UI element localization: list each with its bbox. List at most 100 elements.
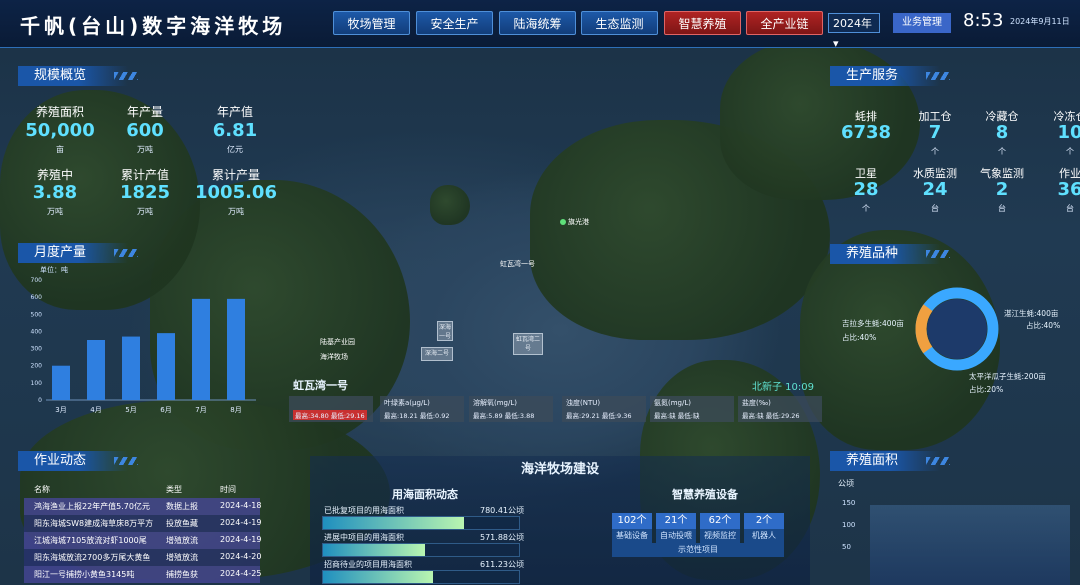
area-tick-100: 100 [842,521,856,529]
bar-ytick: 100 [31,380,43,387]
scale-value-farming: 3.88 [32,182,78,203]
usage-label: 进展中项目的用海面积 [324,533,404,542]
prod-unit: 个 [931,147,939,156]
nav-smart-farming[interactable]: 智慧养殖 [664,11,741,35]
scale-unit-farming: 万吨 [47,207,63,216]
device-label: 视频监控 [700,529,740,543]
bar-ytick: 700 [31,277,43,284]
bar-ytick: 0 [38,397,42,404]
scale-unit-cum-value: 万吨 [137,207,153,216]
activity-row[interactable]: 阳江一号捕捞小黄鱼3145吨 捕捞鱼获 2024-4-25 [24,566,262,583]
prod-unit: 台 [1066,204,1074,213]
device-count[interactable]: 2个 [744,513,784,529]
prod-unit: 个 [1066,147,1074,156]
chevron-down-icon: ▾ [833,37,839,50]
business-management-button[interactable]: 业务管理 [893,13,951,33]
species-label-jiladuo: 吉拉多生蚝:400亩 [842,319,904,328]
stat-title: 叶绿素a(μg/L) [384,399,430,407]
map-tag-beixinzi: 北新子 10:09 [752,382,814,393]
activity-row[interactable]: 江城海城7105放流对虾1000尾 增殖放流 2024-4-19 [24,532,261,549]
bar-8月 [227,298,245,400]
nav-safety-production[interactable]: 安全生产 [416,11,493,35]
page-title: 千帆(台山)数字海洋牧场 [20,14,287,38]
bar-xtick: 6月 [160,406,171,414]
prod-value: 7 [928,122,942,143]
business-management-label: 业务管理 [902,17,942,28]
prod-value: 24 [922,179,948,200]
stat-title: 盐度(‰) [742,399,771,407]
device-footer: 示范性项目 [612,543,784,557]
stat-title: 氨氮(mg/L) [654,399,691,407]
stat-box: 最高:34.80 最低:29.16 [289,396,373,422]
stat-box: 叶绿素a(μg/L) 最高:18.21 最低:0.92 [380,396,464,422]
prod-value: 8 [995,122,1009,143]
bar-ytick: 500 [31,311,43,318]
usage-value: 571.88公顷 [480,533,524,542]
prod-unit: 台 [931,204,939,213]
scale-label-cum-output: 累计产量 [211,168,260,182]
stat-title: 浊度(NTU) [566,399,601,407]
activity-col-time: 时间 [220,485,236,494]
scale-unit-output: 万吨 [137,145,153,154]
map-plot-bay-2[interactable]: 虹瓦湾二号 [513,333,543,355]
year-select[interactable]: 2024年 ▾ [828,13,880,50]
dashboard: { "header": { "title": "千帆(台山)数字海洋牧场", "… [0,0,1080,585]
prod-value: 6738 [840,122,892,143]
scale-label-output: 年产量 [126,105,163,119]
map-bay-title: 虹瓦湾一号 [293,379,348,392]
activity-row[interactable]: 阳东海城SW8建成海草床8万平方 投放鱼藏 2024-4-19 [24,515,262,532]
scale-unit-cum-output: 万吨 [228,207,244,216]
nav-ranch-management[interactable]: 牧场管理 [333,11,410,35]
usage-title: 用海面积动态 [392,488,458,501]
scale-unit-area: 亩 [56,145,64,154]
section-species: 养殖品种 [830,244,950,264]
activity-cell: 鸿海渔业上报22年产值5.70亿元 [34,502,150,511]
island [430,185,470,225]
bar-xtick: 8月 [230,406,241,414]
clock-date: 2024年9月11日 [1010,17,1070,26]
bar-xtick: 3月 [55,406,66,414]
device-count[interactable]: 62个 [700,513,740,529]
map-tag-bay-1[interactable]: 虹瓦湾一号 [500,259,535,269]
construction-title: 海洋牧场建设 [520,462,599,477]
nav-industry-chain[interactable]: 全产业链 [746,11,823,35]
scale-value-value: 6.81 [212,120,258,141]
nav-ecology[interactable]: 生态监测 [581,11,658,35]
device-label: 基础设备 [612,529,652,543]
device-count[interactable]: 21个 [656,513,696,529]
device-label: 自动投喂 [656,529,696,543]
stat-range: 最高:34.80 最低:29.16 [293,410,367,420]
map-tag-ranch[interactable]: 海洋牧场 [320,352,348,362]
stat-range: 最高:5.89 最低:3.88 [473,412,535,420]
activity-cell: 2024-4-20 [220,552,262,561]
scale-value-cum-output: 1005.06 [195,182,277,203]
area-unit: 公顷 [838,479,854,488]
activity-col-type: 类型 [166,485,182,494]
activity-cell: 江城海城7105放流对虾1000尾 [34,536,147,545]
usage-label: 招商待业的项目用海面积 [324,560,412,569]
map-plot-deep-2[interactable]: 深海二号 [421,347,453,361]
activity-row[interactable]: 鸿海渔业上报22年产值5.70亿元 数据上报 2024-4-18 [24,498,261,515]
prod-value: 2 [995,179,1009,200]
map-plot-deep-1[interactable]: 深海一号 [437,321,453,341]
activity-cell: 2024-4-19 [220,518,262,527]
prod-value: 36 [1057,179,1080,200]
stat-box: 浊度(NTU) 最高:29.21 最低:9.36 [562,396,646,422]
usage-track [322,516,520,530]
map-plot-bay-2-label: 虹瓦湾二号 [515,336,540,352]
area-yaxis: 150 100 50 [842,492,855,558]
scale-value-cum-value: 1825 [119,182,171,203]
activity-cell: 增殖放流 [166,553,198,562]
species-pct-jiladuo: 占比:40% [842,333,877,342]
activity-row[interactable]: 阳东海城放流2700多万尾大黄鱼 增殖放流 2024-4-20 [24,549,262,566]
usage-track [322,570,520,584]
usage-fill [323,544,425,556]
device-count[interactable]: 102个 [612,513,652,529]
usage-value: 780.41公顷 [480,506,524,515]
bar-xtick: 5月 [125,406,136,414]
nav-land-sea[interactable]: 陆海统筹 [499,11,576,35]
map-pin [560,219,566,225]
map-tag-industrial-park[interactable]: 陆基产业园 [320,337,355,347]
prod-unit: 台 [998,204,1006,213]
activity-cell: 2024-4-25 [220,569,262,578]
